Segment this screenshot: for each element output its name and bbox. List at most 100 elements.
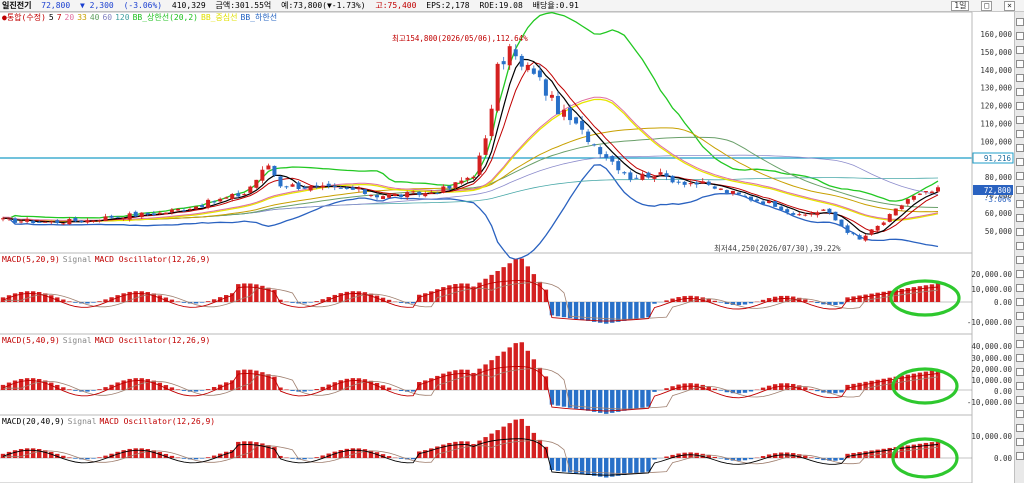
- toolbar-button[interactable]: [1016, 298, 1024, 306]
- candle-body: [489, 108, 494, 137]
- candle-body: [773, 201, 778, 207]
- candle-body: [501, 61, 506, 65]
- macd-tick: 0.00: [994, 298, 1013, 307]
- osc-bar: [67, 301, 72, 302]
- toolbar-button[interactable]: [1016, 424, 1024, 432]
- osc-bar: [121, 380, 126, 390]
- candle-body: [839, 219, 844, 227]
- osc-bar: [742, 302, 748, 305]
- osc-bar: [169, 387, 175, 390]
- toolbar-button[interactable]: [1016, 18, 1024, 26]
- candle-body: [574, 117, 579, 124]
- candle-body: [700, 181, 705, 184]
- candle-body: [417, 191, 422, 196]
- osc-bar: [350, 378, 356, 390]
- osc-bar: [248, 369, 253, 390]
- toolbar-button[interactable]: [1016, 270, 1024, 278]
- osc-bar: [495, 271, 500, 302]
- candle-body: [453, 182, 458, 188]
- osc-bar: [869, 380, 874, 390]
- toolbar-button[interactable]: [1016, 382, 1024, 390]
- candle-body: [121, 218, 126, 220]
- candle-body: [936, 187, 940, 192]
- osc-bar: [242, 369, 247, 390]
- stock-chart[interactable]: 최고154,800(2026/05/06),112.64% 최저44,250(20…: [0, 0, 1014, 483]
- candle-body: [381, 196, 386, 199]
- osc-bar: [410, 302, 416, 304]
- toolbar-button[interactable]: [1016, 130, 1024, 138]
- candle-body: [212, 201, 217, 203]
- candle-body: [459, 180, 464, 184]
- toolbar-button[interactable]: [1016, 228, 1024, 236]
- toolbar-button[interactable]: [1016, 284, 1024, 292]
- osc-bar: [628, 458, 633, 475]
- toolbar-button[interactable]: [1016, 172, 1024, 180]
- candle-body: [387, 194, 392, 198]
- osc-bar: [423, 380, 428, 390]
- osc-bar: [368, 293, 374, 302]
- osc-bar: [193, 302, 199, 304]
- osc-bar: [133, 448, 138, 458]
- toolbar-button[interactable]: [1016, 340, 1024, 348]
- candle-body: [899, 205, 904, 210]
- toolbar-button[interactable]: [1016, 186, 1024, 194]
- osc-bar: [332, 382, 337, 390]
- osc-bar: [585, 302, 591, 321]
- toolbar-button[interactable]: [1016, 32, 1024, 40]
- candle-body: [477, 155, 482, 175]
- osc-bar: [561, 458, 567, 472]
- toolbar-button[interactable]: [1016, 312, 1024, 320]
- osc-bar: [133, 378, 138, 390]
- toolbar-button[interactable]: [1016, 368, 1024, 376]
- toolbar-button[interactable]: [1016, 200, 1024, 208]
- candle-body: [242, 194, 247, 196]
- candle-body: [616, 161, 621, 171]
- osc-bar: [314, 389, 319, 390]
- candle-body: [362, 189, 367, 194]
- osc-bar: [97, 457, 102, 458]
- osc-bar: [338, 293, 344, 302]
- osc-bar: [555, 458, 561, 471]
- osc-bar: [875, 379, 880, 390]
- candle-body: [278, 176, 283, 187]
- candle-body: [555, 95, 560, 115]
- toolbar-button[interactable]: [1016, 60, 1024, 68]
- toolbar-button[interactable]: [1016, 438, 1024, 446]
- toolbar-button[interactable]: [1016, 46, 1024, 54]
- candle-body: [157, 212, 162, 214]
- candle-body: [272, 165, 277, 176]
- osc-bar: [597, 302, 603, 323]
- candle-body: [513, 49, 518, 57]
- toolbar-button[interactable]: [1016, 326, 1024, 334]
- toolbar-button[interactable]: [1016, 256, 1024, 264]
- toolbar-button[interactable]: [1016, 396, 1024, 404]
- osc-bar: [634, 458, 639, 474]
- toolbar-button[interactable]: [1016, 452, 1024, 460]
- candle-body: [592, 144, 597, 146]
- toolbar-button[interactable]: [1016, 74, 1024, 82]
- candle-body: [610, 156, 615, 162]
- candle-body: [163, 212, 168, 215]
- candle-body: [326, 183, 331, 187]
- candle-body: [188, 208, 192, 210]
- toolbar-button[interactable]: [1016, 88, 1024, 96]
- candle-body: [604, 154, 609, 159]
- osc-bar: [748, 458, 754, 460]
- osc-bar: [555, 390, 561, 406]
- candle-body: [905, 199, 910, 204]
- toolbar-button[interactable]: [1016, 158, 1024, 166]
- osc-bar: [640, 458, 645, 473]
- toolbar-button[interactable]: [1016, 410, 1024, 418]
- toolbar-button[interactable]: [1016, 116, 1024, 124]
- candle-body: [19, 221, 24, 223]
- toolbar-button[interactable]: [1016, 214, 1024, 222]
- candle-body: [893, 208, 898, 216]
- osc-bar: [199, 302, 205, 303]
- toolbar-button[interactable]: [1016, 102, 1024, 110]
- candle-body: [356, 188, 361, 190]
- toolbar-button[interactable]: [1016, 144, 1024, 152]
- osc-bar: [181, 302, 187, 303]
- toolbar-button[interactable]: [1016, 242, 1024, 250]
- toolbar-button[interactable]: [1016, 354, 1024, 362]
- candle-body: [133, 211, 138, 217]
